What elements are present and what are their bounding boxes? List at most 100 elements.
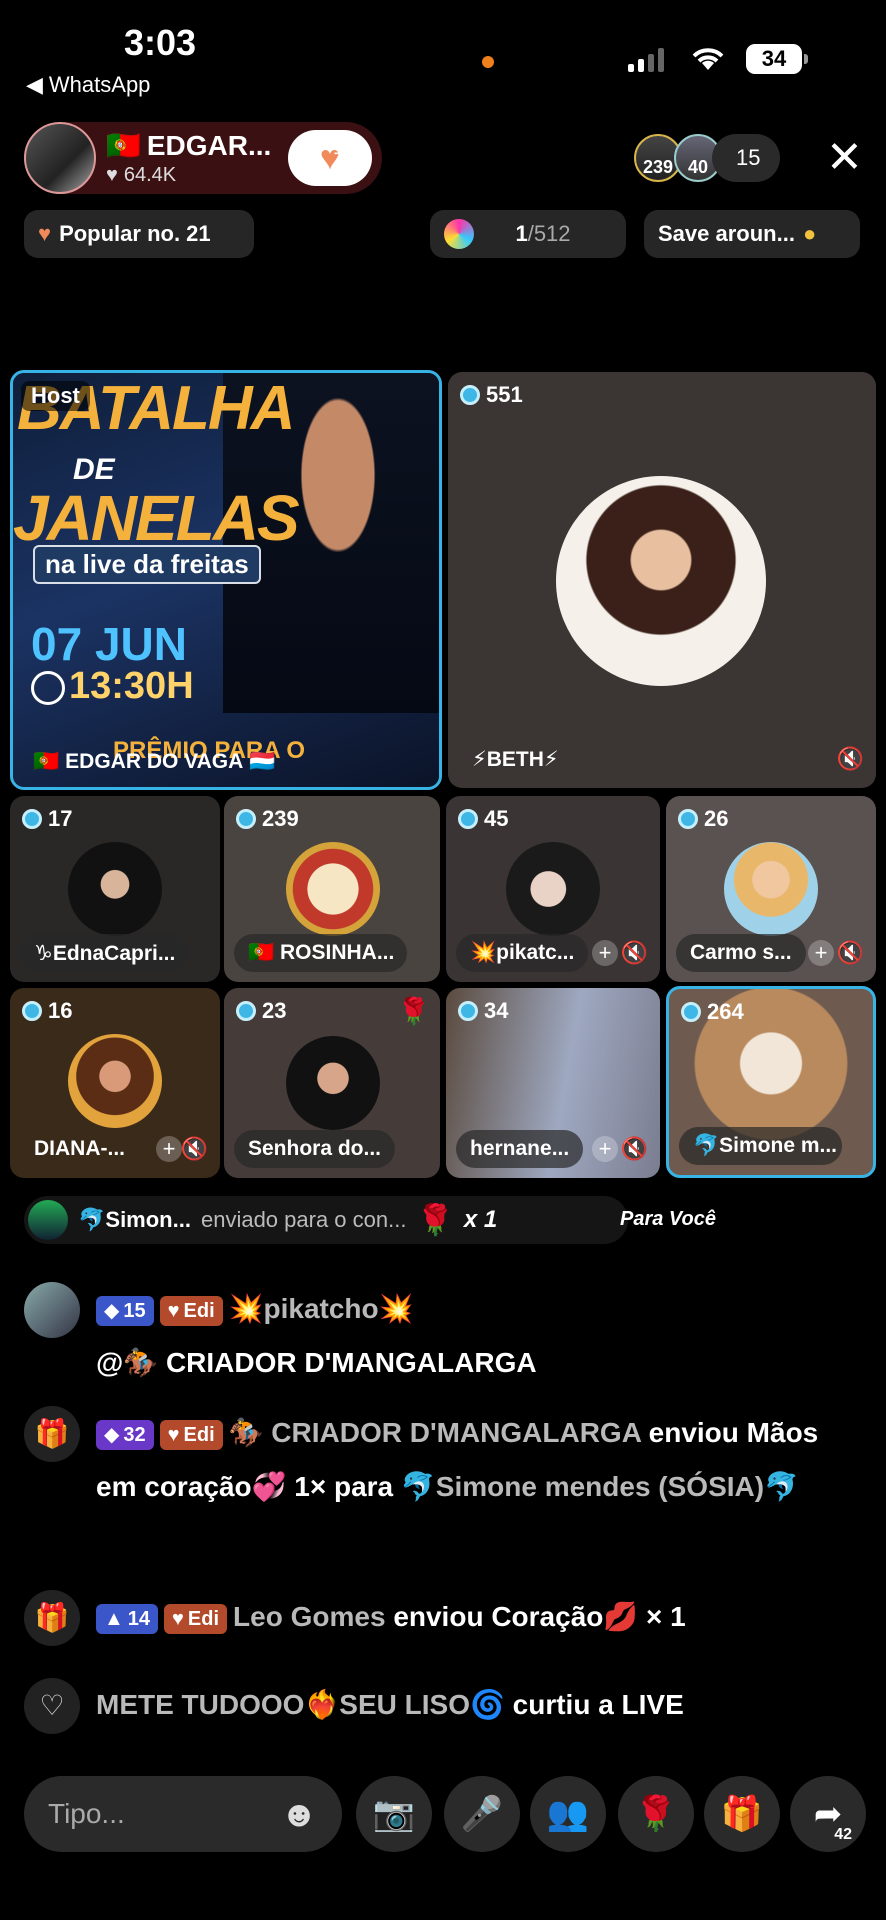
recording-dot — [482, 56, 494, 68]
add-icon[interactable]: + — [592, 940, 618, 966]
share-count: 42 — [834, 1826, 852, 1843]
gift-multiplier: x 1 — [463, 1206, 498, 1233]
chat-recipient[interactable]: 🐬Simone mendes (SÓSIA)🐬 — [401, 1471, 799, 1502]
guest-name: ♑EdnaCapri... — [20, 934, 188, 972]
popular-rank-chip[interactable]: ♥ Popular no. 21 — [24, 210, 254, 258]
add-icon[interactable]: + — [592, 1136, 618, 1162]
guest-score: 551 — [460, 382, 523, 408]
host-avatar[interactable] — [24, 122, 96, 194]
viewer-count[interactable]: 15 — [712, 134, 781, 182]
back-to-app[interactable]: ◀ WhatsApp — [26, 72, 150, 98]
guest-avatar[interactable] — [286, 842, 380, 936]
guest-tile[interactable]: 23 🌹 Senhora do... — [224, 988, 440, 1178]
fan-badge: ♥ Edi — [159, 1419, 223, 1450]
ranking-chip[interactable]: 1/512 — [430, 210, 626, 258]
score-icon — [681, 1002, 701, 1022]
heart-icon: ♥ — [106, 164, 118, 186]
viewer-list[interactable]: 239 40 15 — [634, 134, 781, 182]
guest-avatar[interactable] — [286, 1036, 380, 1130]
chat-text: curtiu a LIVE — [512, 1689, 684, 1720]
add-icon[interactable]: + — [808, 940, 834, 966]
close-icon[interactable]: ✕ — [826, 136, 863, 180]
emoji-icon[interactable]: ☻ — [280, 1793, 318, 1835]
guest-avatar[interactable] — [68, 842, 162, 936]
gift-icon: 🎁 — [24, 1406, 80, 1462]
chat-avatar[interactable] — [24, 1282, 80, 1338]
mic-off-icon: 🔇 — [180, 1136, 208, 1161]
coin-icon: ● — [802, 221, 817, 246]
gift-sender: 🐬Simon... — [78, 1207, 191, 1232]
guests-button[interactable]: 👥 — [530, 1776, 606, 1852]
chat-username[interactable]: METE TUDOOO❤️‍🔥SEU LISO🌀 — [96, 1689, 505, 1720]
guest-name: 🇵🇹 ROSINHA... — [234, 934, 407, 972]
guest-avatar[interactable] — [506, 842, 600, 936]
chat-username[interactable]: 🏇 CRIADOR D'MANGALARGA — [229, 1417, 641, 1448]
rose-icon: 🌹 — [416, 1203, 454, 1237]
rose-icon: 🌹 — [634, 1795, 678, 1833]
guest-tile[interactable]: 264 🐬Simone m... — [666, 986, 876, 1178]
guest-tile[interactable]: 45 💥pikatc... + 🔇 — [446, 796, 660, 982]
level-badge: ▲ 14 — [96, 1603, 159, 1634]
host-likes: ♥ 64.4K — [106, 164, 177, 186]
gift-icon: 🎁 — [720, 1795, 764, 1833]
chat-text: @🏇 CRIADOR D'MANGALARGA — [96, 1347, 537, 1378]
guest-name: DIANA-... — [34, 1137, 125, 1160]
guest-name: Carmo s... — [676, 934, 806, 972]
guest-name: 🐬Simone m... — [679, 1127, 843, 1165]
gift-message: enviado para o con... — [200, 1207, 407, 1232]
level-badge: ◆ 32 — [96, 1419, 154, 1450]
score-icon — [458, 1001, 478, 1021]
gift-button[interactable]: 🎁 — [704, 1776, 780, 1852]
guest-tile[interactable]: 551 ⚡BETH⚡ 🔇 — [448, 372, 876, 788]
comment-input[interactable]: Tipo... ☻ — [24, 1776, 342, 1852]
host-video-tile[interactable]: BATALHA DE JANELAS na live da freitas 07… — [10, 370, 442, 790]
microphone-button[interactable]: 🎤 — [444, 1776, 520, 1852]
video-off-button[interactable]: 📷 — [356, 1776, 432, 1852]
back-triangle-icon: ◀ — [26, 72, 43, 97]
guest-avatar[interactable] — [724, 842, 818, 936]
save-chip[interactable]: Save aroun... ● — [644, 210, 860, 258]
guest-tile[interactable]: 16 DIANA-... + 🔇 — [10, 988, 220, 1178]
host-tile-name: 🇵🇹 EDGAR DO VAGA 🇱🇺 — [33, 750, 276, 773]
comment-placeholder: Tipo... — [48, 1798, 125, 1829]
chat-text: enviou Coração💋 × 1 — [393, 1601, 686, 1632]
score-icon — [678, 809, 698, 829]
level-badge: ◆ 15 — [96, 1295, 154, 1326]
guest-avatar[interactable] — [68, 1034, 162, 1128]
chat-message: 🎁 ◆ 32 ♥ Edi 🏇 CRIADOR D'MANGALARGA enviou… — [24, 1406, 864, 1514]
people-check-icon: 👥 — [546, 1795, 590, 1833]
heart-icon: ♥ 7 — [319, 138, 342, 177]
rose-icon: 🌹 — [397, 996, 430, 1026]
guest-name: 💥pikatc... — [456, 934, 589, 972]
fan-badge: ♥ Edi — [159, 1295, 223, 1326]
guest-tile[interactable]: 17 ♑EdnaCapri... — [10, 796, 220, 982]
score-icon — [458, 809, 478, 829]
guest-tile[interactable]: 26 Carmo s... + 🔇 — [666, 796, 876, 982]
guest-tile[interactable]: 239 🇵🇹 ROSINHA... — [224, 796, 440, 982]
host-name: 🇵🇹 EDGAR... — [106, 129, 272, 162]
add-icon[interactable]: + — [156, 1136, 182, 1162]
clock-icon — [31, 671, 65, 705]
score-icon — [460, 385, 480, 405]
chat-message: ♡ METE TUDOOO❤️‍🔥SEU LISO🌀 curtiu a LIVE — [24, 1678, 864, 1734]
guest-avatar[interactable] — [556, 476, 766, 686]
host-profile-pill[interactable]: 🇵🇹 EDGAR... ♥ 64.4K ♥ 7 — [24, 122, 382, 194]
chat-message: 🎁 ▲ 14 ♥ Edi Leo Gomes enviou Coração💋 × 1 — [24, 1590, 864, 1646]
gift-notification[interactable]: 🐬Simon... enviado para o con... 🌹 x 1 — [24, 1196, 628, 1244]
chat-message: ◆ 15 ♥ Edi 💥pikatcho💥 @🏇 CRIADOR D'MANGALA… — [24, 1282, 864, 1390]
chat-username[interactable]: 💥pikatcho💥 — [229, 1293, 414, 1324]
follow-button[interactable]: ♥ 7 — [288, 130, 372, 186]
share-button[interactable]: ➦ 42 — [790, 1776, 866, 1852]
wifi-icon — [692, 48, 724, 70]
mic-off-icon: 🔇 — [836, 940, 864, 965]
score-icon — [22, 1001, 42, 1021]
host-label: Host — [21, 381, 90, 411]
battery-indicator: 34 — [746, 44, 808, 74]
fan-badge: ♥ Edi — [164, 1603, 228, 1634]
event-poster: BATALHA DE JANELAS na live da freitas 07… — [13, 373, 439, 787]
guest-name: Senhora do... — [234, 1130, 396, 1168]
chat-username[interactable]: Leo Gomes — [233, 1601, 385, 1632]
rose-gift-button[interactable]: 🌹 — [618, 1776, 694, 1852]
guest-tile[interactable]: 34 hernane... + 🔇 — [446, 988, 660, 1178]
gift-icon: 🎁 — [24, 1590, 80, 1646]
